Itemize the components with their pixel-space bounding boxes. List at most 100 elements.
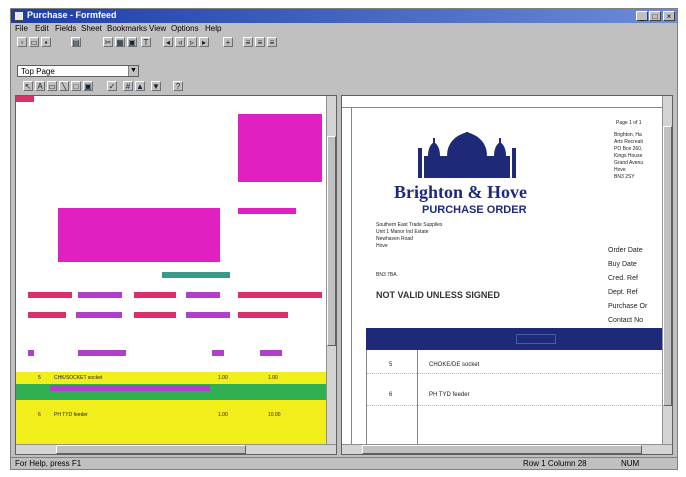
preview-vertical-scrollbar[interactable] — [662, 96, 672, 444]
header-field[interactable] — [186, 292, 220, 298]
standard-toolbar: ▫ ▭ ▪ ▤ ✂ ▦ ▣ T ◂ ◃ ▹ ▸ + ≡ ≡ ≡ — [11, 35, 677, 49]
column-field[interactable] — [186, 312, 230, 318]
column-field[interactable] — [76, 312, 122, 318]
scroll-thumb[interactable] — [362, 445, 642, 454]
save-icon[interactable]: ▪ — [41, 37, 51, 47]
menu-bookmarks[interactable]: Bookmarks — [107, 24, 147, 33]
box-tool-icon[interactable]: □ — [71, 81, 81, 91]
zoom-icon[interactable]: + — [223, 37, 233, 47]
design-pane[interactable]: 5 CHK/SOCKET socket 1.00 1.00 6 PH TYD f… — [15, 95, 337, 455]
order-fields: Order Date Buy Date Cred. Ref Dept. Ref … — [608, 247, 648, 324]
scroll-thumb[interactable] — [327, 136, 336, 346]
design-toolbar: ↖ A ▭ ╲ □ ▣ ✓ # ▲ ▼ ? — [11, 79, 677, 93]
next-page-icon[interactable]: ▹ — [187, 37, 197, 47]
text-tool-icon[interactable]: A — [35, 81, 45, 91]
chevron-down-icon[interactable]: ▼ — [128, 66, 138, 76]
menu-view[interactable]: View — [149, 24, 166, 33]
scroll-thumb[interactable] — [663, 126, 672, 406]
address-block-field[interactable] — [238, 114, 322, 182]
document-title: PURCHASE ORDER — [422, 204, 527, 216]
format-icon[interactable]: T — [141, 37, 151, 47]
help-icon[interactable]: ? — [173, 81, 183, 91]
menu-options[interactable]: Options — [171, 24, 199, 33]
description-field[interactable] — [50, 385, 210, 391]
horizontal-ruler — [342, 96, 662, 108]
status-numlock: NUM — [621, 459, 640, 468]
column-field[interactable] — [134, 312, 176, 318]
table-header-band — [366, 328, 662, 350]
supplier-code: BN3 7BA — [376, 272, 397, 278]
line-field[interactable] — [212, 350, 224, 356]
menu-edit[interactable]: Edit — [35, 24, 49, 33]
detail-row-2[interactable]: 6 PH TYD feeder 1.00 10.00 — [16, 400, 326, 446]
page-number-field[interactable] — [238, 208, 296, 214]
brand-name: Brighton & Hove — [394, 182, 527, 202]
style-combo[interactable]: Top Page ▼ — [17, 65, 139, 77]
align-right-icon[interactable]: ≡ — [267, 37, 277, 47]
window-title: Purchase - Formfeed — [27, 10, 117, 20]
first-page-icon[interactable]: ◂ — [163, 37, 173, 47]
status-bar: For Help, press F1 Row 1 Column 28 NUM — [11, 457, 677, 469]
title-bar: Purchase - Formfeed _ □ × — [11, 9, 677, 23]
app-window: Purchase - Formfeed _ □ × File Edit Fiel… — [10, 8, 678, 470]
line-field[interactable] — [260, 350, 282, 356]
header-field[interactable] — [28, 292, 72, 298]
close-button[interactable]: × — [663, 11, 675, 21]
vertical-ruler — [342, 108, 352, 444]
design-vertical-scrollbar[interactable] — [326, 96, 336, 444]
line-field[interactable] — [28, 350, 34, 356]
notice-field[interactable] — [162, 272, 230, 278]
check-tool-icon[interactable]: ✓ — [107, 81, 117, 91]
design-horizontal-scrollbar[interactable] — [16, 444, 336, 454]
print-icon[interactable]: ▤ — [71, 37, 81, 47]
header-field[interactable] — [134, 292, 176, 298]
cut-icon[interactable]: ✂ — [103, 37, 113, 47]
copy-icon[interactable]: ▦ — [115, 37, 125, 47]
page-marker — [16, 96, 34, 102]
prev-page-icon[interactable]: ◃ — [175, 37, 185, 47]
paste-icon[interactable]: ▣ — [127, 37, 137, 47]
menu-bar: File Edit Fields Sheet Bookmarks View Op… — [11, 23, 677, 35]
align-center-icon[interactable]: ≡ — [255, 37, 265, 47]
app-icon[interactable] — [14, 11, 24, 21]
table-row[interactable]: 6 PH TYD feeder — [367, 374, 663, 406]
new-icon[interactable]: ▫ — [17, 37, 27, 47]
detail-row-1[interactable]: 5 CHK/SOCKET socket 1.00 1.00 — [16, 372, 326, 384]
header-field[interactable] — [238, 292, 322, 298]
unsigned-notice: NOT VALID UNLESS SIGNED — [376, 290, 500, 300]
line-tool-icon[interactable]: ╲ — [59, 81, 69, 91]
minimize-button[interactable]: _ — [636, 11, 648, 21]
style-combo-value: Top Page — [21, 67, 55, 76]
council-address: Brighton, Ha Arts Recreati PO Box 260, K… — [614, 132, 644, 180]
send-back-icon[interactable]: ▼ — [151, 81, 161, 91]
line-items-table: 5 CHOKE/DE socket 6 PH TYD feeder — [366, 350, 663, 446]
header-cell — [516, 334, 556, 344]
scroll-thumb[interactable] — [56, 445, 246, 454]
column-field[interactable] — [28, 312, 66, 318]
maximize-button[interactable]: □ — [649, 11, 661, 21]
menu-file[interactable]: File — [15, 24, 28, 33]
pointer-tool-icon[interactable]: ↖ — [23, 81, 33, 91]
line-field[interactable] — [78, 350, 126, 356]
status-help-text: For Help, press F1 — [15, 459, 82, 468]
field-tool-icon[interactable]: ▭ — [47, 81, 57, 91]
bring-front-icon[interactable]: ▲ — [135, 81, 145, 91]
header-field[interactable] — [78, 292, 122, 298]
page-label: Page 1 of 1 — [616, 120, 642, 126]
supplier-block-field[interactable] — [58, 208, 220, 262]
table-row[interactable]: 5 CHOKE/DE socket — [367, 350, 663, 374]
open-icon[interactable]: ▭ — [29, 37, 39, 47]
menu-sheet[interactable]: Sheet — [81, 24, 102, 33]
preview-horizontal-scrollbar[interactable] — [342, 444, 672, 454]
image-tool-icon[interactable]: ▣ — [83, 81, 93, 91]
column-field[interactable] — [238, 312, 288, 318]
status-position: Row 1 Column 28 — [523, 459, 587, 468]
menu-help[interactable]: Help — [205, 24, 221, 33]
preview-pane[interactable]: Page 1 of 1 Brighton & Hove PURCHASE ORD… — [341, 95, 673, 455]
menu-fields[interactable]: Fields — [55, 24, 76, 33]
align-left-icon[interactable]: ≡ — [243, 37, 253, 47]
supplier-address: Southern East Trade Supplies Unit 1 Mano… — [376, 222, 443, 249]
brighton-pavilion-logo — [418, 132, 516, 178]
last-page-icon[interactable]: ▸ — [199, 37, 209, 47]
grid-tool-icon[interactable]: # — [123, 81, 133, 91]
